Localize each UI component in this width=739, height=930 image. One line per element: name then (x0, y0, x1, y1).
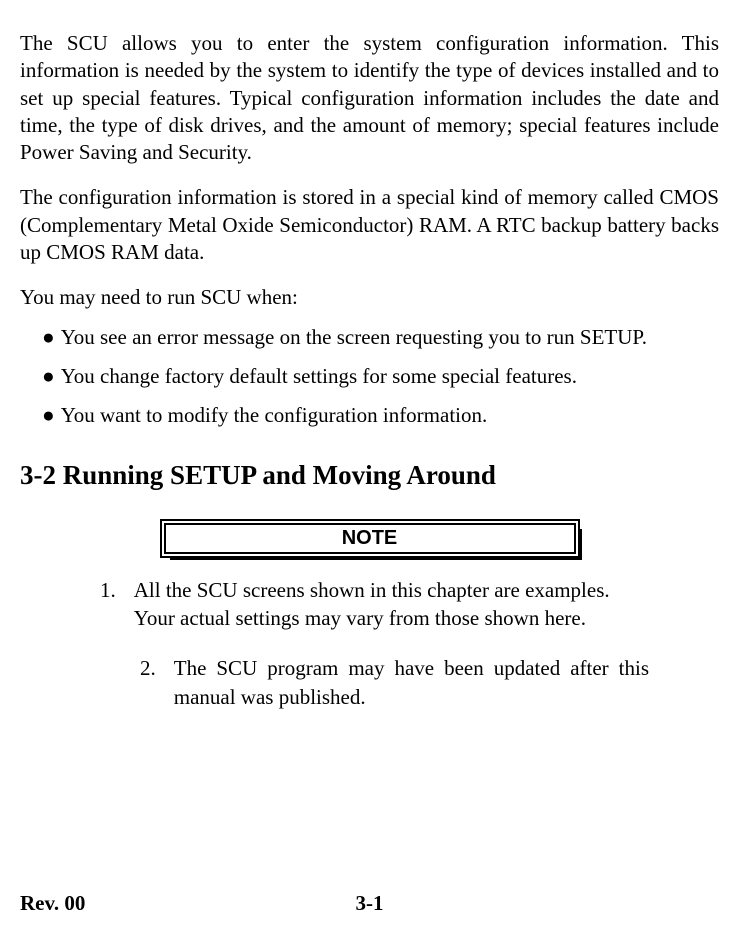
note-line: All the SCU screens shown in this chapte… (134, 576, 669, 604)
bullet-text: You change factory default settings for … (61, 363, 719, 390)
list-number: 2. (140, 654, 156, 711)
note-text: The SCU program may have been updated af… (174, 654, 649, 711)
list-intro: You may need to run SCU when: (20, 284, 719, 311)
footer-page-number: 3-1 (356, 891, 384, 916)
paragraph-cmos: The configuration information is stored … (20, 184, 719, 266)
bullet-item: ● You see an error message on the screen… (20, 324, 719, 351)
numbered-item: 2. The SCU program may have been updated… (100, 654, 669, 711)
note-line: Your actual settings may vary from those… (134, 604, 669, 632)
bullet-icon: ● (42, 324, 55, 351)
bullet-text: You want to modify the configuration inf… (61, 402, 719, 429)
bullet-item: ● You want to modify the configuration i… (20, 402, 719, 429)
bullet-text: You see an error message on the screen r… (61, 324, 719, 351)
bullet-icon: ● (42, 402, 55, 429)
note-label: NOTE (342, 527, 398, 549)
bullet-list: ● You see an error message on the screen… (20, 324, 719, 430)
list-number: 1. (100, 576, 116, 633)
numbered-item: 1. All the SCU screens shown in this cha… (100, 576, 669, 633)
paragraph-scu-intro: The SCU allows you to enter the system c… (20, 30, 719, 166)
numbered-note-list: 1. All the SCU screens shown in this cha… (20, 576, 719, 711)
bullet-item: ● You change factory default settings fo… (20, 363, 719, 390)
page-footer: Rev. 00 3-1 (20, 891, 719, 916)
section-heading: 3-2 Running SETUP and Moving Around (20, 460, 719, 491)
note-box: NOTE (160, 519, 580, 558)
bullet-icon: ● (42, 363, 55, 390)
